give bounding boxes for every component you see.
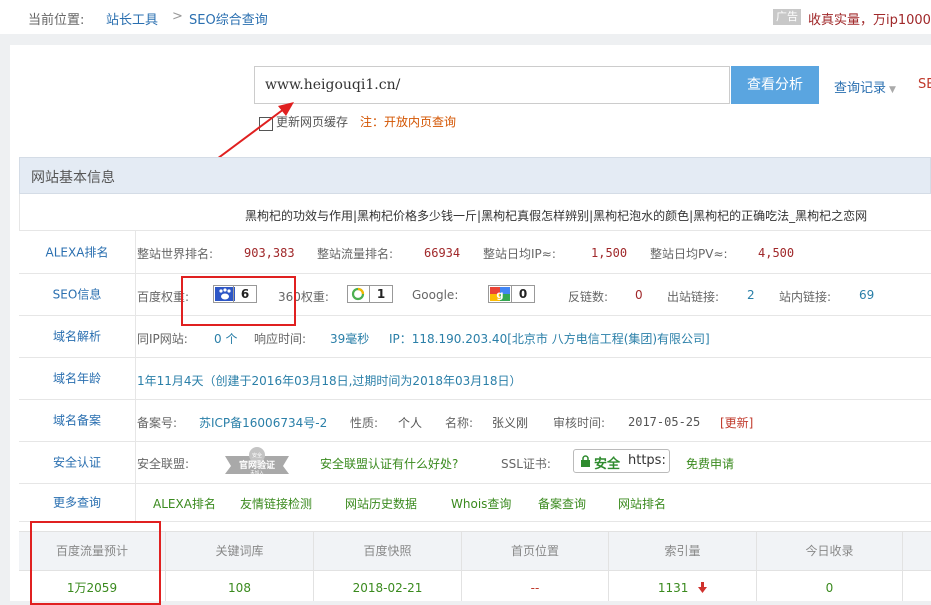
ssl-free-apply-link[interactable]: 免费申请	[686, 455, 734, 472]
backlinks-value[interactable]: 0	[635, 288, 643, 302]
breadcrumb-item-seo[interactable]: SEO综合查询	[189, 9, 268, 28]
stats-header-cell: 关键词库	[166, 532, 314, 570]
security-label-cell: 安全认证	[19, 441, 136, 483]
breadcrumb-label: 当前位置:	[28, 13, 85, 28]
ssl-label: SSL证书:	[501, 457, 551, 471]
seal-main-text: 官网验证	[239, 459, 275, 471]
google-label: Google:	[412, 288, 459, 302]
security-label[interactable]: 安全认证	[19, 454, 135, 471]
dns-label-cell: 域名解析	[19, 315, 136, 357]
history-link[interactable]: 查询记录 ▼	[834, 77, 896, 96]
search-button[interactable]: 查看分析	[731, 66, 819, 104]
icp-label-cell: 域名备案	[19, 399, 136, 441]
seal-sub-text: 未加入	[250, 469, 264, 476]
alexa-label-cell: ALEXA排名	[19, 231, 136, 273]
icp-update-link[interactable]: [更新]	[720, 414, 753, 431]
down-arrow-icon	[698, 582, 708, 593]
daily-pv-label: 整站日均PV≈:	[650, 247, 728, 261]
chevron-down-icon: ▼	[889, 85, 896, 95]
keywords-line: 黑枸杞的功效与作用|黑枸杞价格多少钱一斤|黑枸杞真假怎样辨别|黑枸杞泡水的颜色|…	[245, 209, 868, 223]
domain-age-value: 1年11月4天（创建于2016年03月18日,过期时间为2018年03月18日）	[137, 374, 522, 388]
keyword-count[interactable]: 108	[166, 571, 314, 601]
traffic-rank-value[interactable]: 66934	[424, 246, 460, 260]
response-time-value: 39毫秒	[330, 332, 370, 346]
ip-info[interactable]: IP：118.190.203.40[北京市 八方电信工程(集团)有限公司]	[389, 330, 710, 347]
daily-pv-value[interactable]: 4,500	[758, 246, 794, 260]
inner-page-note[interactable]: 注：开放内页查询	[360, 113, 456, 130]
domain-age-label[interactable]: 域名年龄	[19, 370, 135, 387]
icp-number-label: 备案号:	[137, 416, 178, 430]
icp-number-value[interactable]: 苏ICP备16006734号-2	[199, 414, 327, 431]
outlinks-label: 出站链接:	[667, 290, 720, 304]
same-ip-label: 同IP网站:	[137, 332, 188, 346]
breadcrumb-item-tools[interactable]: 站长工具	[106, 9, 158, 28]
alliance-label: 安全联盟:	[137, 457, 190, 471]
daily-ip-label: 整站日均IP≈:	[483, 247, 556, 261]
icp-name-label: 名称:	[445, 416, 474, 430]
ssl-badge[interactable]: 安全 https:	[573, 449, 670, 473]
alexa-label[interactable]: ALEXA排名	[19, 244, 135, 261]
more-query-label[interactable]: 更多查询	[19, 494, 135, 511]
google-logo-icon: g	[490, 287, 510, 301]
seo-link[interactable]: SE	[918, 77, 931, 92]
more-query-label-cell: 更多查询	[19, 483, 136, 521]
outlinks-value[interactable]: 2	[747, 288, 755, 302]
ad-text[interactable]: 收真实量，万ip1000-	[808, 9, 931, 28]
panel-header	[19, 157, 931, 194]
seo-label-cell: SEO信息	[19, 273, 136, 315]
dns-label[interactable]: 域名解析	[19, 328, 135, 345]
stats-header-cell: 今日收录	[757, 532, 903, 570]
360-logo-icon	[351, 287, 365, 301]
more-link-icp[interactable]: 备案查询	[538, 495, 586, 512]
icp-type-label: 性质:	[350, 416, 379, 430]
world-rank-value[interactable]: 903,383	[244, 246, 295, 260]
world-rank-label: 整站世界排名:	[137, 247, 214, 261]
baidu-snapshot-date[interactable]: 2018-02-21	[314, 571, 462, 601]
svg-text:g: g	[496, 290, 503, 301]
ssl-badge-https-text: https:	[628, 453, 666, 468]
stats-header-cell: 索引量	[609, 532, 757, 570]
index-count: 1131	[657, 581, 689, 595]
more-link-whois[interactable]: Whois查询	[451, 495, 511, 512]
alliance-seal-icon[interactable]: 安全 官网验证 未加入	[217, 446, 297, 476]
search-input[interactable]	[254, 66, 730, 104]
traffic-rank-label: 整站流量排名:	[317, 247, 394, 261]
domain-age-label-cell: 域名年龄	[19, 357, 136, 399]
weight-360-badge[interactable]: 1	[347, 285, 393, 303]
stats-header-cell: 百度快照	[314, 532, 462, 570]
more-link-history[interactable]: 网站历史数据	[345, 495, 417, 512]
inlinks-label: 站内链接:	[779, 290, 832, 304]
icp-name-value: 张义刚	[492, 416, 529, 430]
more-link-alexa[interactable]: ALEXA排名	[153, 495, 216, 512]
more-link-friendlinks[interactable]: 友情链接检测	[240, 495, 312, 512]
google-badge[interactable]: g 0	[488, 285, 535, 303]
inlinks-value[interactable]: 69	[859, 288, 874, 302]
lock-icon	[581, 455, 590, 467]
icp-date-label: 审核时间:	[553, 416, 606, 430]
breadcrumb-separator: >	[172, 9, 183, 24]
ssl-badge-secure-text: 安全	[594, 457, 621, 472]
seo-label[interactable]: SEO信息	[19, 286, 135, 303]
history-label: 查询记录	[834, 81, 887, 96]
annotation-box-traffic	[30, 521, 161, 605]
response-time-label: 响应时间:	[254, 332, 307, 346]
panel-title: 网站基本信息	[31, 170, 115, 186]
same-ip-value[interactable]: 0 个	[214, 330, 237, 347]
today-indexed[interactable]: 0	[757, 571, 903, 601]
alliance-benefit-link[interactable]: 安全联盟认证有什么好处?	[320, 455, 458, 472]
stats-header-cell: 首页位置	[462, 532, 609, 570]
backlinks-label: 反链数:	[568, 290, 609, 304]
ad-badge: 广告	[773, 9, 801, 25]
index-count-cell[interactable]: 1131	[609, 571, 757, 601]
google-value: 0	[511, 286, 534, 302]
weight-360-value: 1	[369, 286, 392, 302]
homepage-position: --	[462, 571, 609, 601]
daily-ip-value[interactable]: 1,500	[591, 246, 627, 260]
icp-date-value: 2017-05-25	[628, 415, 701, 429]
icp-label[interactable]: 域名备案	[19, 412, 135, 429]
seal-top-text: 安全	[252, 452, 262, 459]
icp-type-value: 个人	[398, 416, 423, 430]
more-link-rank[interactable]: 网站排名	[618, 495, 666, 512]
